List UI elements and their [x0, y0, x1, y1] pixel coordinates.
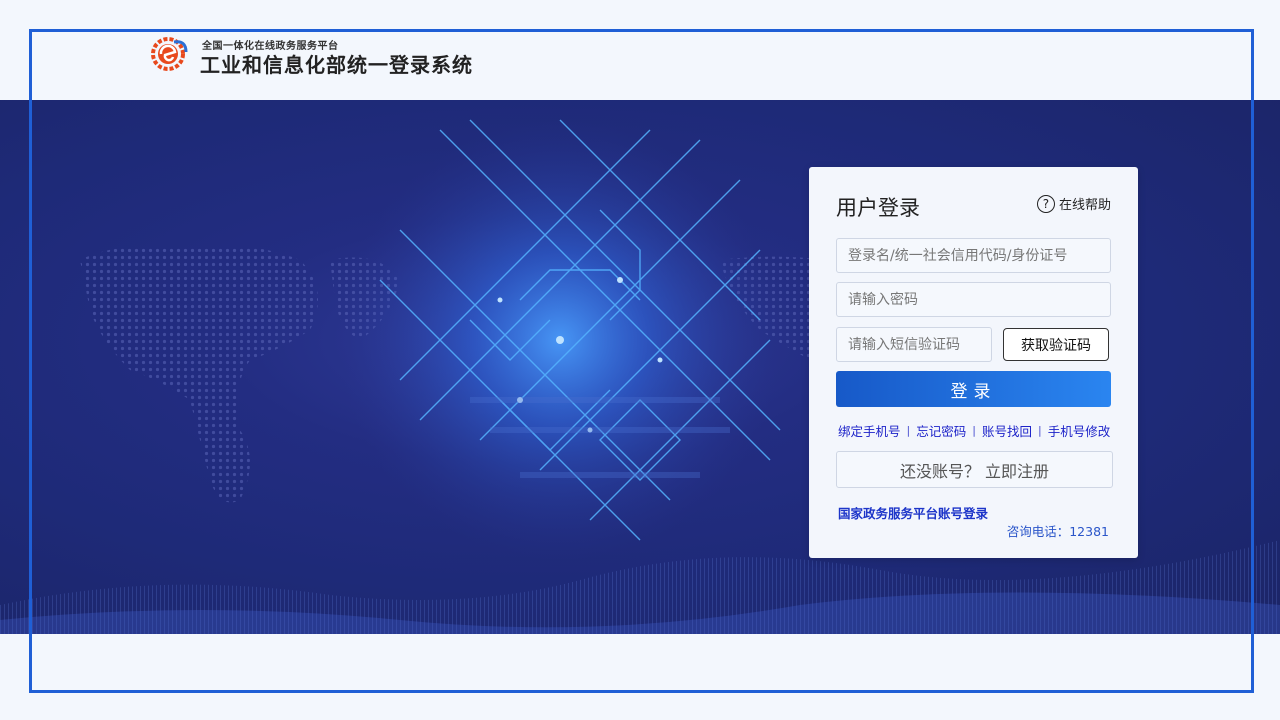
online-help-link[interactable]: ? 在线帮助 — [1036, 194, 1111, 213]
page-footer — [0, 634, 1280, 720]
online-help-label: 在线帮助 — [1058, 198, 1111, 213]
change-phone-link[interactable]: 手机号修改 — [1048, 421, 1111, 440]
username-input[interactable] — [836, 238, 1111, 273]
account-links: 绑定手机号 | 忘记密码 | 账号找回 | 手机号修改 — [838, 421, 1113, 440]
login-button[interactable]: 登录 — [836, 371, 1111, 407]
password-input[interactable] — [836, 282, 1111, 317]
bind-phone-link[interactable]: 绑定手机号 — [838, 421, 901, 440]
gov-platform-login-link[interactable]: 国家政务服务平台账号登录 — [838, 503, 988, 522]
login-card: 用户登录 ? 在线帮助 获取验证码 登录 绑定手机号 | 忘记密码 | 账号找回… — [809, 167, 1138, 558]
logo-icon — [151, 37, 188, 71]
consult-phone: 咨询电话：12381 — [1006, 524, 1109, 539]
link-separator: | — [1037, 424, 1042, 437]
forgot-password-link[interactable]: 忘记密码 — [916, 421, 966, 440]
register-button[interactable]: 还没账号？ 立即注册 — [836, 451, 1113, 488]
question-circle-icon: ? — [1036, 194, 1055, 213]
login-title: 用户登录 — [836, 196, 920, 220]
link-separator: | — [972, 424, 976, 437]
site-header: 全国一体化在线政务服务平台 工业和信息化部统一登录系统 — [0, 0, 1280, 100]
link-separator: | — [906, 424, 911, 437]
recover-account-link[interactable]: 账号找回 — [982, 421, 1032, 440]
brand-title: 工业和信息化部统一登录系统 — [200, 53, 473, 77]
get-sms-code-button[interactable]: 获取验证码 — [1003, 328, 1109, 361]
sms-code-input[interactable] — [836, 327, 992, 362]
